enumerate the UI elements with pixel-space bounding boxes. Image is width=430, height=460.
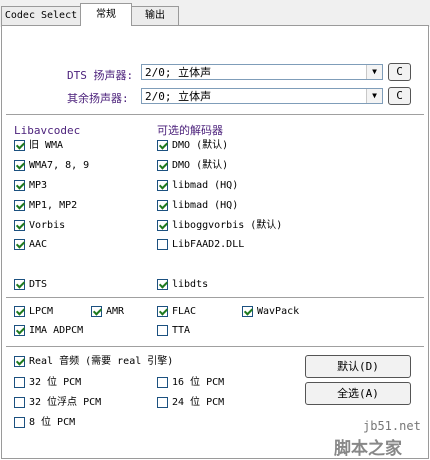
decoder-libmad-2[interactable]: libmad (HQ): [157, 199, 238, 213]
dts-config-button[interactable]: C: [388, 63, 411, 81]
tab-general[interactable]: 常规: [80, 3, 132, 26]
checkbox[interactable]: [157, 160, 168, 171]
checkbox[interactable]: [14, 356, 25, 367]
checkbox[interactable]: [14, 160, 25, 171]
codec-pcm8[interactable]: 8 位 PCM: [14, 416, 75, 430]
codec-mp1-mp2[interactable]: MP1, MP2: [14, 199, 77, 213]
checkbox[interactable]: [242, 306, 253, 317]
select-all-button[interactable]: 全选(A): [305, 382, 411, 405]
codec-wma789[interactable]: WMA7, 8, 9: [14, 159, 89, 173]
decoder-libmad-1[interactable]: libmad (HQ): [157, 179, 238, 193]
checkbox[interactable]: [157, 140, 168, 151]
decoder-libdts[interactable]: libdts: [157, 278, 208, 292]
codec-dts[interactable]: DTS: [14, 278, 47, 292]
decoder-libfaad2[interactable]: LibFAAD2.DLL: [157, 238, 244, 252]
checkbox[interactable]: [14, 417, 25, 428]
decoder-liboggvorbis[interactable]: liboggvorbis (默认): [157, 219, 282, 233]
dts-speakers-label: DTS 扬声器:: [67, 69, 134, 82]
codec-pcm16[interactable]: 16 位 PCM: [157, 376, 224, 390]
separator: [6, 346, 424, 347]
codec-aac[interactable]: AAC: [14, 238, 47, 252]
codec-lpcm[interactable]: LPCM: [14, 305, 53, 319]
checkbox[interactable]: [91, 306, 102, 317]
separator: [6, 297, 424, 298]
dts-speakers-value: 2/0; 立体声: [145, 66, 212, 79]
checkbox[interactable]: [157, 239, 168, 250]
default-button[interactable]: 默认(D): [305, 355, 411, 378]
checkbox[interactable]: [14, 397, 25, 408]
codec-tta[interactable]: TTA: [157, 324, 190, 338]
checkbox[interactable]: [157, 397, 168, 408]
other-speakers-label: 其余扬声器:: [67, 92, 129, 105]
codec-pcm32-float[interactable]: 32 位浮点 PCM: [14, 396, 101, 410]
codec-amr[interactable]: AMR: [91, 305, 124, 319]
codec-mp3[interactable]: MP3: [14, 179, 47, 193]
checkbox[interactable]: [14, 220, 25, 231]
checkbox[interactable]: [14, 279, 25, 290]
other-speakers-select[interactable]: 2/0; 立体声 ▼: [141, 88, 383, 104]
checkbox[interactable]: [157, 180, 168, 191]
separator: [6, 114, 424, 115]
libavcodec-header: Libavcodec: [14, 124, 81, 137]
checkbox[interactable]: [157, 220, 168, 231]
other-config-button[interactable]: C: [388, 87, 411, 105]
checkbox[interactable]: [14, 239, 25, 250]
checkbox[interactable]: [157, 279, 168, 290]
checkbox[interactable]: [14, 180, 25, 191]
codec-vorbis[interactable]: Vorbis: [14, 219, 65, 233]
chevron-down-icon[interactable]: ▼: [366, 89, 382, 103]
checkbox[interactable]: [14, 200, 25, 211]
checkbox[interactable]: [157, 200, 168, 211]
codec-real-audio[interactable]: Real 音频 (需要 real 引擎): [14, 355, 173, 369]
optional-decoders-header: 可选的解码器: [157, 124, 223, 137]
checkbox[interactable]: [14, 377, 25, 388]
checkbox[interactable]: [157, 306, 168, 317]
checkbox[interactable]: [14, 306, 25, 317]
checkbox[interactable]: [157, 325, 168, 336]
checkbox[interactable]: [157, 377, 168, 388]
codec-flac[interactable]: FLAC: [157, 305, 196, 319]
decoder-dmo-2[interactable]: DMO (默认): [157, 159, 228, 173]
watermark-brand: 脚本之家: [334, 439, 402, 459]
codec-wavpack[interactable]: WavPack: [242, 305, 299, 319]
watermark-site: jb51.net: [363, 419, 421, 433]
codec-pcm24[interactable]: 24 位 PCM: [157, 396, 224, 410]
tab-output[interactable]: 输出: [131, 6, 179, 25]
codec-pcm32[interactable]: 32 位 PCM: [14, 376, 81, 390]
chevron-down-icon[interactable]: ▼: [366, 65, 382, 79]
other-speakers-value: 2/0; 立体声: [145, 90, 212, 103]
tab-codec-select[interactable]: Codec Select: [1, 6, 81, 25]
dts-speakers-select[interactable]: 2/0; 立体声 ▼: [141, 64, 383, 80]
checkbox[interactable]: [14, 140, 25, 151]
codec-old-wma[interactable]: 旧 WMA: [14, 139, 63, 153]
checkbox[interactable]: [14, 325, 25, 336]
codec-ima-adpcm[interactable]: IMA ADPCM: [14, 324, 83, 338]
decoder-dms-1[interactable]: DMO (默认): [157, 139, 228, 153]
